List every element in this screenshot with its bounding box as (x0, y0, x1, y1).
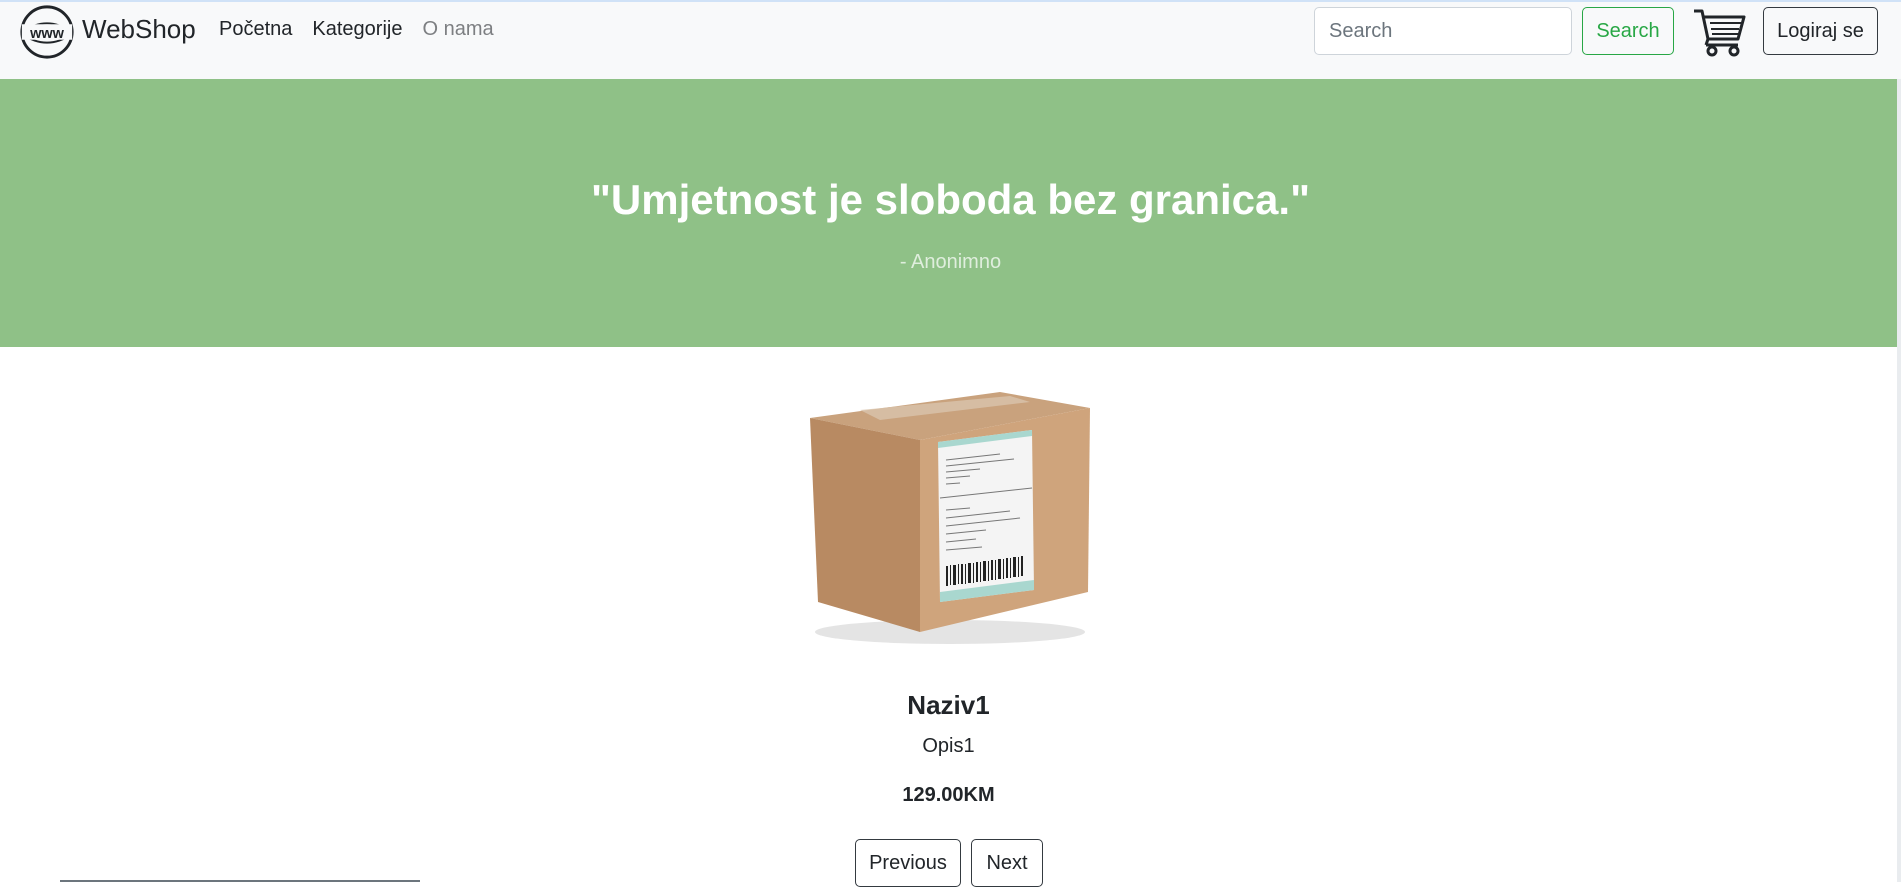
nav-link-pocetna[interactable]: Početna (219, 18, 292, 41)
search-input[interactable] (1314, 7, 1572, 55)
scrollbar[interactable] (1897, 79, 1901, 882)
product-description: Opis1 (922, 735, 975, 757)
shopping-cart-icon[interactable] (1692, 7, 1746, 57)
cardboard-box-image (810, 392, 1090, 644)
nav-link-o-nama[interactable]: O nama (422, 18, 493, 41)
search-button[interactable]: Search (1582, 7, 1674, 55)
brand[interactable]: www WebShop (18, 2, 196, 62)
login-button[interactable]: Logiraj se (1763, 7, 1878, 55)
www-globe-icon: www (20, 5, 74, 59)
navbar: www WebShop Početna Kategorije O nama Se… (0, 0, 1901, 79)
nav-links: Početna Kategorije O nama (219, 18, 514, 41)
hero-author: - Anonimno (899, 251, 1002, 273)
hero-quote: "Umjetnost je sloboda bez granica." (591, 176, 1310, 223)
hero-banner: "Umjetnost je sloboda bez granica." - An… (0, 79, 1901, 347)
next-button[interactable]: Next (971, 839, 1043, 887)
product-name: Naziv1 (907, 690, 990, 720)
previous-button[interactable]: Previous (855, 839, 961, 887)
svg-text:www: www (29, 26, 65, 42)
product-price: 129.00KM (902, 784, 995, 806)
brand-name[interactable]: WebShop (82, 14, 196, 45)
nav-link-kategorije[interactable]: Kategorije (312, 18, 402, 41)
